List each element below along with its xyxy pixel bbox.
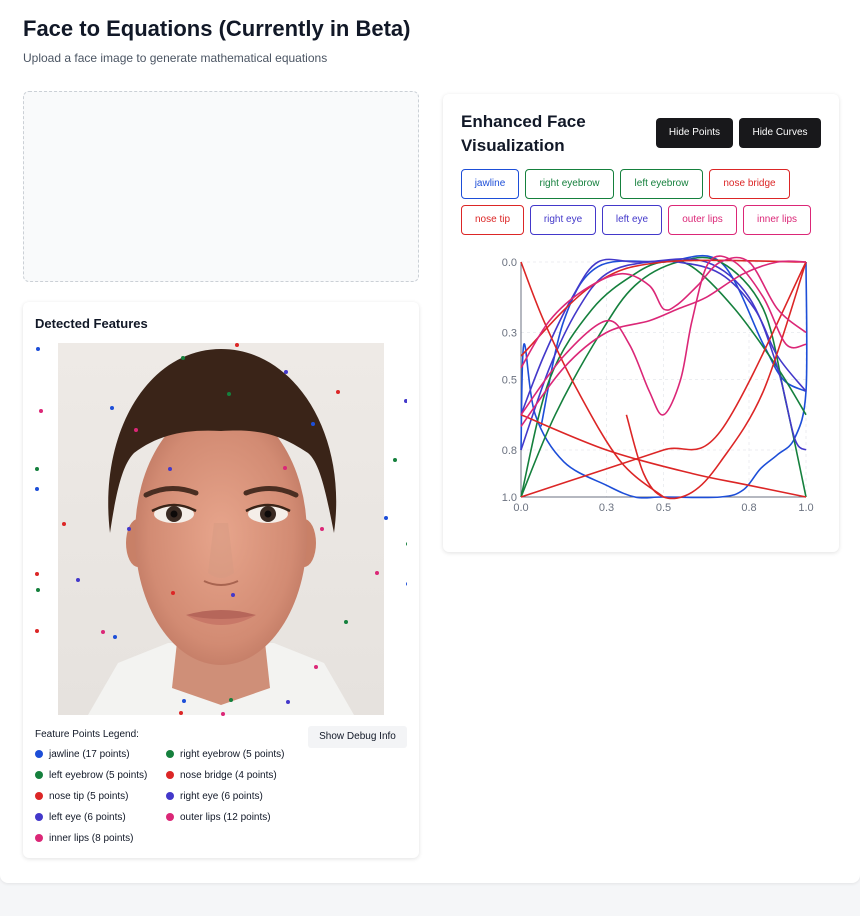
feature-point bbox=[336, 390, 340, 394]
feature-point bbox=[35, 487, 39, 491]
legend-item-right-eyebrow: right eyebrow (5 points) bbox=[166, 748, 285, 762]
feature-point bbox=[406, 582, 407, 586]
legend-swatch bbox=[35, 750, 43, 758]
hide-curves-button[interactable]: Hide Curves bbox=[739, 118, 821, 148]
legend-swatch bbox=[35, 834, 43, 842]
legend-item-outer-lips: outer lips (12 points) bbox=[166, 811, 271, 825]
legend-label: nose tip (5 points) bbox=[49, 791, 129, 802]
feature-point bbox=[311, 422, 315, 426]
feature-point bbox=[406, 542, 407, 546]
face-photo-area bbox=[35, 342, 407, 716]
page-title: Face to Equations (Currently in Beta) bbox=[23, 16, 411, 41]
x-tick-label: 0.5 bbox=[656, 502, 671, 514]
feature-point bbox=[227, 392, 231, 396]
feature-point bbox=[283, 466, 287, 470]
feature-point bbox=[134, 428, 138, 432]
face-image bbox=[58, 343, 384, 715]
toggle-inner-lips[interactable]: inner lips bbox=[743, 205, 811, 235]
legend-swatch bbox=[166, 792, 174, 800]
x-tick-label: 0.3 bbox=[599, 502, 614, 514]
feature-point bbox=[181, 356, 185, 360]
feature-point bbox=[168, 467, 172, 471]
y-tick-label: 0.0 bbox=[502, 257, 517, 269]
feature-point bbox=[36, 588, 40, 592]
legend-item-inner-lips: inner lips (8 points) bbox=[35, 832, 133, 846]
feature-point bbox=[76, 578, 80, 582]
feature-point bbox=[384, 516, 388, 520]
feature-point bbox=[35, 467, 39, 471]
y-tick-label: 0.5 bbox=[502, 375, 517, 387]
enhanced-visualization-panel: Enhanced Face Visualization Hide Points … bbox=[443, 94, 839, 552]
legend-label: left eyebrow (5 points) bbox=[49, 770, 148, 781]
feature-point bbox=[404, 399, 407, 403]
legend-label: right eyebrow (5 points) bbox=[180, 749, 285, 760]
toggle-left-eyebrow[interactable]: left eyebrow bbox=[620, 169, 703, 199]
legend-item-nose-bridge: nose bridge (4 points) bbox=[166, 769, 277, 783]
legend-label: inner lips (8 points) bbox=[49, 833, 134, 844]
legend-swatch bbox=[35, 771, 43, 779]
x-tick-label: 0.8 bbox=[741, 502, 756, 514]
feature-point bbox=[314, 665, 318, 669]
legend-title: Feature Points Legend: bbox=[35, 729, 139, 740]
feature-point bbox=[35, 629, 39, 633]
feature-point bbox=[231, 593, 235, 597]
toggle-nose-bridge[interactable]: nose bridge bbox=[709, 169, 790, 199]
page-subtitle: Upload a face image to generate mathemat… bbox=[23, 51, 328, 65]
legend-label: jawline (17 points) bbox=[49, 749, 130, 760]
feature-point bbox=[320, 527, 324, 531]
feature-point bbox=[62, 522, 66, 526]
y-tick-label: 1.0 bbox=[502, 492, 517, 504]
legend-swatch bbox=[35, 813, 43, 821]
show-debug-info-button[interactable]: Show Debug Info bbox=[308, 726, 407, 748]
feature-point bbox=[286, 700, 290, 704]
x-tick-label: 1.0 bbox=[798, 502, 813, 514]
feature-point bbox=[235, 343, 239, 347]
visualization-title: Enhanced Face Visualization bbox=[461, 112, 586, 155]
feature-point bbox=[110, 406, 114, 410]
feature-point bbox=[127, 527, 131, 531]
feature-point bbox=[284, 370, 288, 374]
page: Face to Equations (Currently in Beta) Up… bbox=[0, 0, 860, 883]
legend-item-nose-tip: nose tip (5 points) bbox=[35, 790, 129, 804]
toggle-outer-lips[interactable]: outer lips bbox=[668, 205, 737, 235]
legend-item-left-eye: left eye (6 points) bbox=[35, 811, 126, 825]
feature-point bbox=[171, 591, 175, 595]
feature-point bbox=[344, 620, 348, 624]
legend-swatch bbox=[166, 813, 174, 821]
detected-features-panel: Detected Features Feature Points Legend:… bbox=[23, 302, 419, 858]
feature-point bbox=[375, 571, 379, 575]
toggle-nose-tip[interactable]: nose tip bbox=[461, 205, 524, 235]
feature-point bbox=[221, 712, 225, 716]
toggle-left-eye[interactable]: left eye bbox=[602, 205, 662, 235]
legend-swatch bbox=[35, 792, 43, 800]
legend-swatch bbox=[166, 750, 174, 758]
legend-item-left-eyebrow: left eyebrow (5 points) bbox=[35, 769, 147, 783]
legend-label: right eye (6 points) bbox=[180, 791, 263, 802]
image-upload-dropzone[interactable] bbox=[23, 91, 419, 282]
legend-label: outer lips (12 points) bbox=[180, 812, 271, 823]
detected-features-title: Detected Features bbox=[35, 316, 148, 331]
y-tick-label: 0.3 bbox=[502, 328, 517, 340]
toggle-right-eye[interactable]: right eye bbox=[530, 205, 596, 235]
feature-point bbox=[35, 572, 39, 576]
y-tick-label: 0.8 bbox=[502, 445, 517, 457]
hide-points-button[interactable]: Hide Points bbox=[656, 118, 733, 148]
feature-point bbox=[36, 347, 40, 351]
face-curves-chart: 0.0 0.3 0.5 0.8 1.00.00.30.50.81.0 bbox=[502, 254, 814, 514]
legend-label: left eye (6 points) bbox=[49, 812, 126, 823]
feature-point bbox=[182, 699, 186, 703]
legend-item-jawline: jawline (17 points) bbox=[35, 748, 130, 762]
legend-label: nose bridge (4 points) bbox=[180, 770, 277, 781]
toggle-right-eyebrow[interactable]: right eyebrow bbox=[525, 169, 614, 199]
legend-item-right-eye: right eye (6 points) bbox=[166, 790, 263, 804]
toggle-jawline[interactable]: jawline bbox=[461, 169, 519, 199]
feature-point bbox=[101, 630, 105, 634]
legend-swatch bbox=[166, 771, 174, 779]
feature-point bbox=[113, 635, 117, 639]
feature-point bbox=[393, 458, 397, 462]
feature-point bbox=[179, 711, 183, 715]
feature-point bbox=[39, 409, 43, 413]
feature-point bbox=[229, 698, 233, 702]
